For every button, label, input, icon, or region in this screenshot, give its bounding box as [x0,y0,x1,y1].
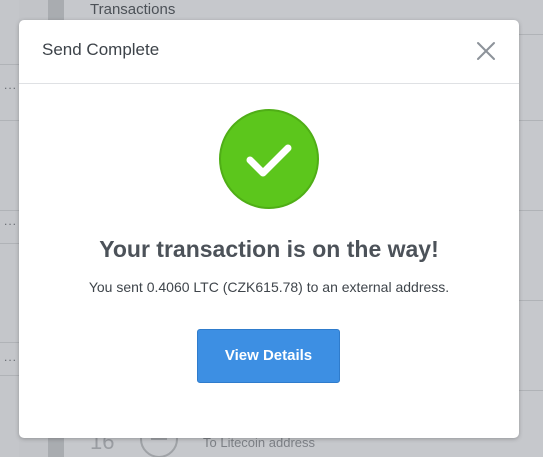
background-divider [0,120,19,121]
background-divider [0,210,19,211]
send-complete-modal: Send Complete Your transaction is on the… [19,20,519,438]
close-icon [477,42,495,60]
transaction-summary: You sent 0.4060 LTC (CZK615.78) to an ex… [88,279,450,295]
background-row-menu-icon: ... [4,214,18,228]
success-headline: Your transaction is on the way! [99,236,439,262]
checkmark-circle-icon [219,109,319,209]
background-divider [519,210,543,211]
background-row-menu-icon: ... [4,350,18,364]
background-divider [0,64,19,65]
background-divider [0,375,19,376]
background-row-menu-icon: ... [4,78,18,92]
background-left-strip [0,0,19,457]
close-button[interactable] [473,38,499,64]
background-divider [0,243,19,244]
modal-title: Send Complete [42,40,160,59]
background-transactions-title: Transactions [90,1,176,18]
background-divider [0,342,19,343]
background-send-icon-line [151,438,167,440]
view-details-button[interactable]: View Details [197,329,340,383]
background-divider [519,120,543,121]
background-divider [519,390,543,391]
modal-header: Send Complete [19,20,519,84]
background-divider [519,300,543,301]
background-divider [519,34,543,35]
